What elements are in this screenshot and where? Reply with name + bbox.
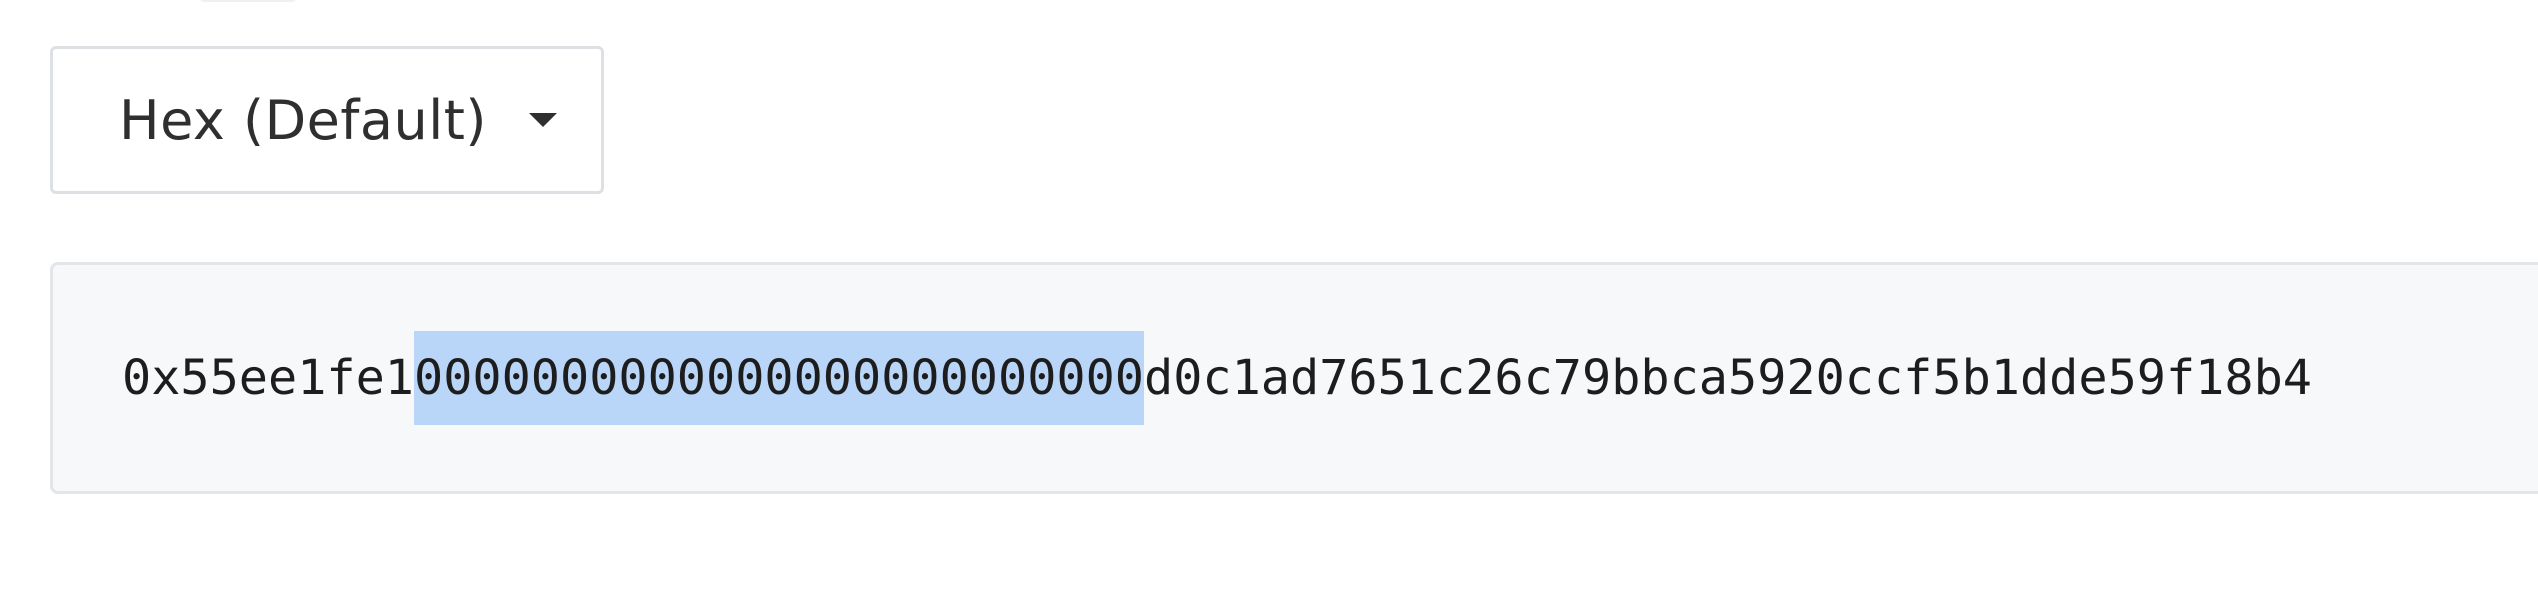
format-dropdown-label: Hex (Default) xyxy=(119,88,487,152)
page: Hex (Default) 0x55ee1fe10000000000000000… xyxy=(0,0,2538,604)
hex-value-text[interactable]: 0x55ee1fe10000000000000000000000000d0c1a… xyxy=(122,331,2312,425)
hex-value-suffix: d0c1ad7651c26c79bbca5920ccf5b1dde59f18b4 xyxy=(1144,350,2312,406)
top-tab-edge xyxy=(200,0,296,2)
hex-value-box[interactable]: 0x55ee1fe10000000000000000000000000d0c1a… xyxy=(50,262,2538,494)
caret-down-icon xyxy=(528,113,557,127)
format-dropdown[interactable]: Hex (Default) xyxy=(50,46,604,194)
hex-value-selection[interactable]: 0000000000000000000000000 xyxy=(414,331,1144,425)
hex-value-prefix: 0x55ee1fe1 xyxy=(122,350,414,406)
